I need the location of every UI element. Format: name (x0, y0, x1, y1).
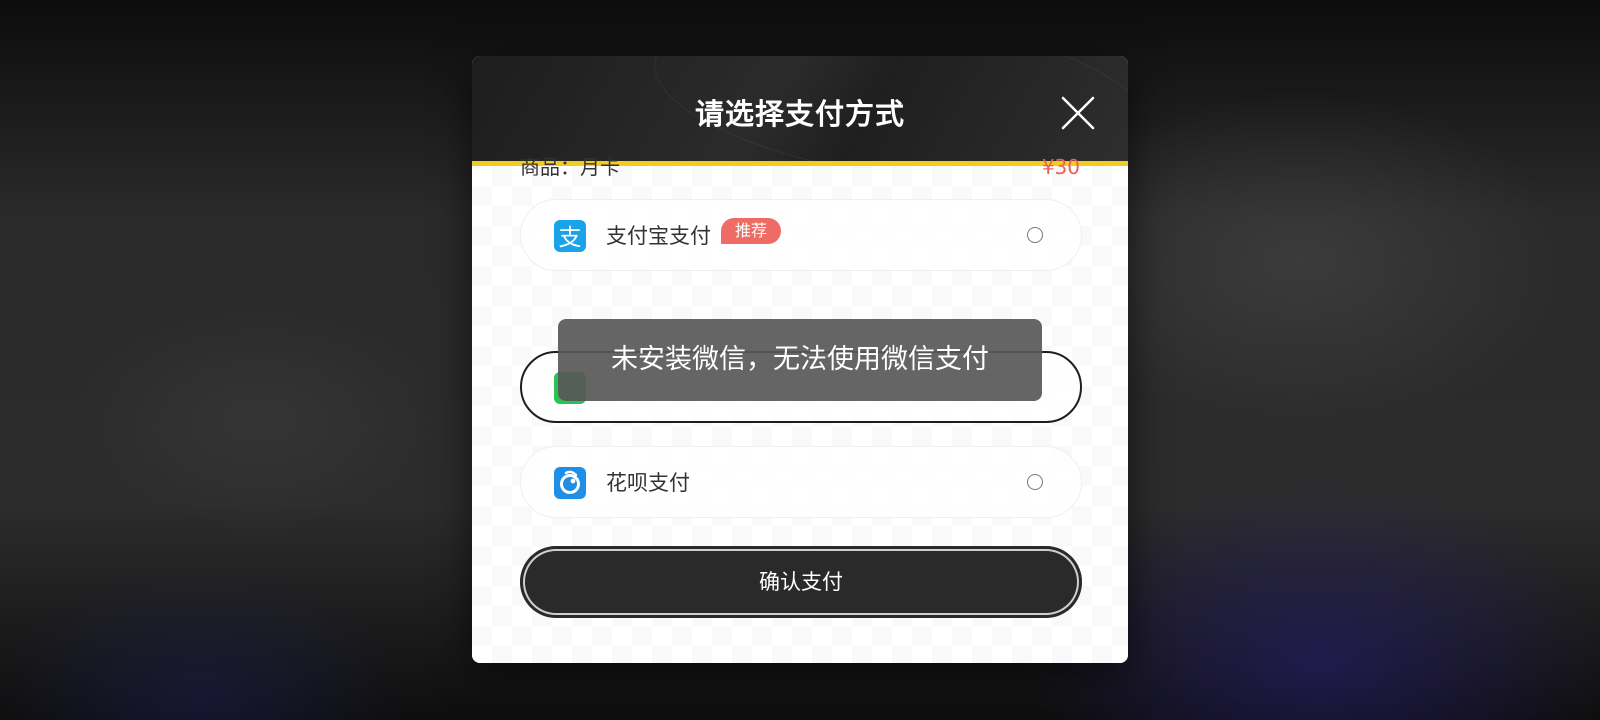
dialog-title: 请选择支付方式 (694, 97, 905, 131)
product-label: 商品：月卡 (520, 155, 620, 179)
dialog-header: 请选择支付方式 (472, 56, 1128, 166)
radio-button[interactable] (1027, 474, 1043, 490)
toast-message: 未安装微信，无法使用微信支付 (558, 319, 1042, 401)
payment-option-huabei[interactable]: 花呗支付 (520, 446, 1082, 518)
svg-text:支: 支 (559, 225, 582, 251)
payment-option-label: 花呗支付 (606, 471, 690, 495)
payment-option-alipay[interactable]: 支 支付宝支付 推荐 (520, 199, 1082, 271)
alipay-icon: 支 (554, 220, 586, 252)
product-price: ¥30 (1041, 155, 1080, 179)
payment-option-label: 支付宝支付 (606, 224, 711, 248)
close-icon (1061, 96, 1095, 130)
product-row: 商品：月卡 ¥30 (520, 152, 1080, 182)
confirm-payment-button[interactable]: 确认支付 (520, 546, 1082, 618)
recommended-badge: 推荐 (721, 218, 782, 244)
radio-button[interactable] (1027, 227, 1043, 243)
huabei-icon (554, 467, 586, 499)
close-button[interactable] (1060, 95, 1096, 131)
